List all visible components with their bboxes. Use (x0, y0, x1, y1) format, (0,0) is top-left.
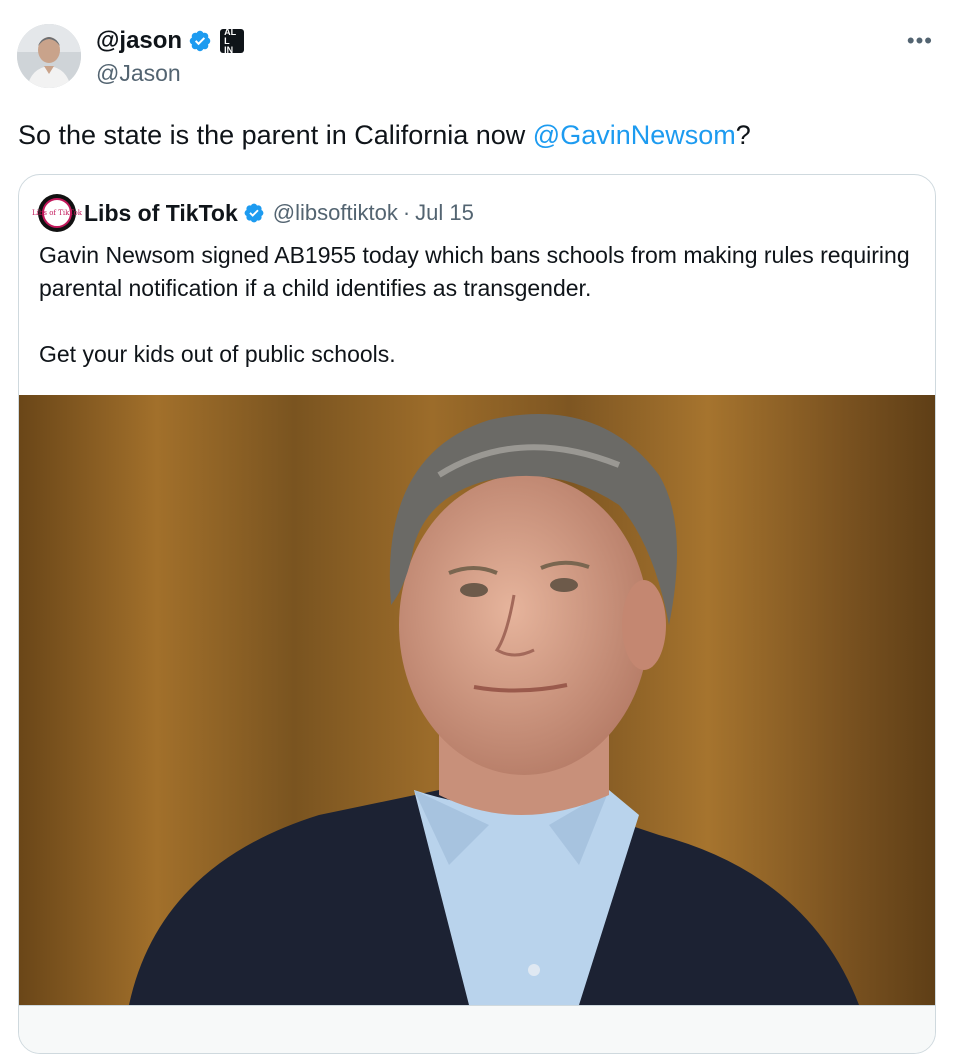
more-options-button[interactable]: ••• (907, 28, 933, 54)
quoted-tweet-footer (19, 1005, 935, 1053)
verified-badge-icon[interactable] (188, 29, 212, 53)
quoted-display-name[interactable]: Libs of TikTok (84, 200, 238, 227)
photo-image (19, 395, 935, 1005)
affiliate-badge[interactable]: ALL IN (220, 26, 245, 55)
affiliate-badge-text: ALL IN (224, 26, 237, 55)
quoted-tweet-text: Gavin Newsom signed AB1955 today which b… (39, 239, 919, 371)
author-handle[interactable]: @Jason (96, 60, 181, 87)
quoted-separator: · (402, 200, 411, 225)
quoted-date[interactable]: Jul 15 (415, 200, 474, 226)
tweet-text-after: ? (735, 120, 751, 150)
author-display-name[interactable]: @jason (96, 27, 182, 55)
quoted-tweet-header: Libs of TikTok Libs of TikTok @libsoftik… (32, 194, 474, 232)
author-avatar-image (17, 24, 81, 88)
quoted-handle[interactable]: @libsoftiktok (273, 200, 398, 226)
author-name-row: @jason ALL IN (96, 24, 245, 58)
mention-link[interactable]: @GavinNewsom (533, 120, 736, 150)
quoted-tweet-card[interactable]: Libs of TikTok Libs of TikTok @libsoftik… (18, 174, 936, 1054)
tweet-text: So the state is the parent in California… (18, 117, 751, 153)
quoted-paragraph-2: Get your kids out of public schools. (39, 341, 396, 367)
verified-badge-icon[interactable] (243, 202, 265, 224)
author-avatar[interactable] (17, 24, 81, 88)
tweet-text-before: So the state is the parent in California… (18, 120, 533, 150)
quoted-author-avatar[interactable]: Libs of TikTok (32, 194, 82, 232)
more-horizontal-icon: ••• (906, 28, 933, 53)
quoted-tweet-photo[interactable] (19, 395, 935, 1005)
quoted-avatar-logo: Libs of TikTok (32, 198, 82, 228)
quoted-paragraph-1: Gavin Newsom signed AB1955 today which b… (39, 242, 910, 301)
